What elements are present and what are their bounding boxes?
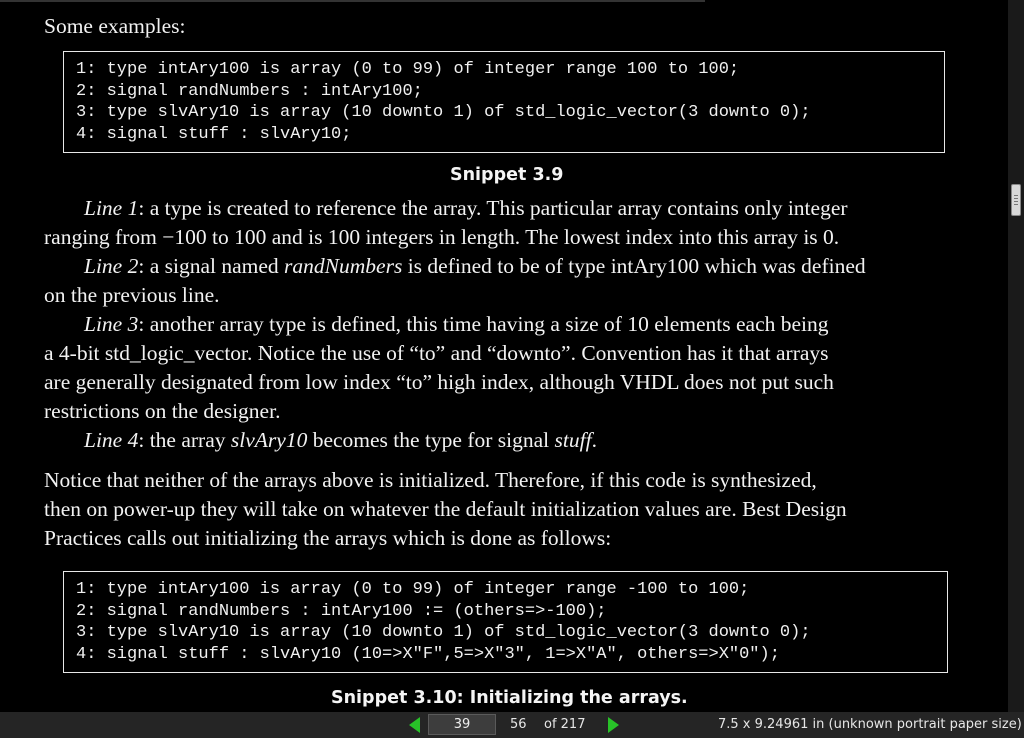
code-line: 4: signal stuff : slvAry10; (76, 124, 352, 144)
code-line: 2: signal randNumbers : intAry100; (76, 81, 423, 101)
paragraph-text: then on power-up they will take on whate… (44, 497, 847, 521)
line-label: Line 2 (84, 254, 139, 278)
code-line: 2: signal randNumbers : intAry100 := (ot… (76, 601, 607, 621)
paragraph-line-2: Line 2: a signal named randNumbers is de… (84, 252, 866, 281)
total-pages-label: of 217 (544, 717, 586, 732)
paragraph-text: . (591, 428, 597, 452)
line-label: Line 4 (84, 428, 139, 452)
paragraph-text: are generally designated from low index … (44, 370, 834, 394)
top-divider (0, 0, 705, 2)
paragraph-line-3: Line 3: another array type is defined, t… (84, 310, 829, 339)
status-bar: 39 56 of 217 7.5 x 9.24961 in (unknown p… (0, 712, 1024, 738)
paragraph-text: ranging from −100 to 100 and is 100 inte… (44, 225, 840, 249)
paper-size-label: 7.5 x 9.24961 in (unknown portrait paper… (718, 717, 1022, 732)
scrollbar-thumb[interactable] (1011, 184, 1021, 216)
line-label: Line 1 (84, 196, 139, 220)
snippet-caption-1: Snippet 3.9 (450, 165, 564, 185)
paragraph-text: is defined to be of type intAry100 which… (402, 254, 866, 278)
document-page: Some examples: 1: type intAry100 is arra… (0, 0, 1008, 712)
vertical-scrollbar[interactable] (1008, 0, 1024, 712)
signal-name: stuff (554, 428, 592, 452)
code-snippet-2: 1: type intAry100 is array (0 to 99) of … (63, 571, 948, 673)
paragraph-line-4: Line 4: the array slvAry10 becomes the t… (84, 426, 597, 455)
paragraph-text: a 4-bit std_logic_vector. Notice the use… (44, 341, 829, 365)
code-snippet-1: 1: type intAry100 is array (0 to 99) of … (63, 51, 945, 153)
code-line: 1: type intAry100 is array (0 to 99) of … (76, 580, 750, 599)
paragraph-text: restrictions on the designer. (44, 399, 281, 423)
paragraph-text: : another array type is defined, this ti… (138, 312, 829, 336)
signal-name: randNumbers (284, 254, 403, 278)
paragraph-text: : a signal named (138, 254, 285, 278)
triangle-right-icon[interactable] (608, 717, 619, 733)
paragraph-text: on the previous line. (44, 283, 220, 307)
code-line: 1: type intAry100 is array (0 to 99) of … (76, 60, 740, 79)
intro-text: Some examples: (44, 14, 186, 38)
current-page-number: 56 (510, 717, 527, 732)
paragraph-text: Practices calls out initializing the arr… (44, 526, 612, 550)
paragraph-text: : the array (138, 428, 231, 452)
snippet-caption-2: Snippet 3.10: Initializing the arrays. (331, 688, 688, 708)
paragraph-text: becomes the type for signal (307, 428, 555, 452)
paragraph-line-1: Line 1: a type is created to reference t… (84, 194, 848, 223)
code-line: 3: type slvAry10 is array (10 downto 1) … (76, 103, 811, 122)
paragraph-text: Notice that neither of the arrays above … (44, 468, 817, 492)
page-number-input[interactable]: 39 (428, 714, 496, 735)
paragraph-text: : a type is created to reference the arr… (138, 196, 848, 220)
line-label: Line 3 (84, 312, 139, 336)
code-line: 4: signal stuff : slvAry10 (10=>X"F",5=>… (76, 644, 780, 664)
code-line: 3: type slvAry10 is array (10 downto 1) … (76, 623, 811, 642)
type-name: slvAry10 (230, 428, 308, 452)
triangle-left-icon[interactable] (409, 717, 420, 733)
